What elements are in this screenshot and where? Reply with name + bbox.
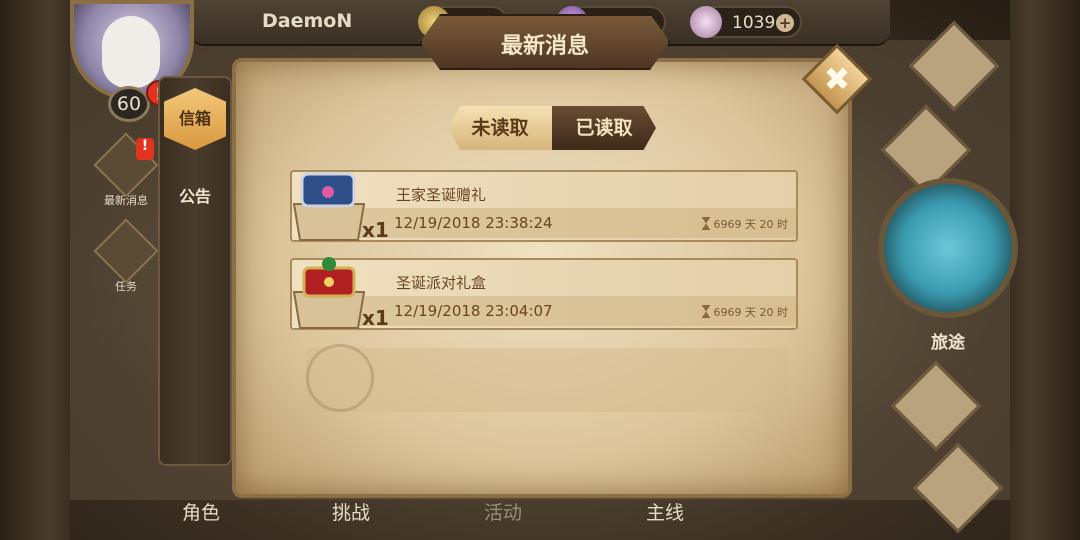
message-title: 王家圣诞赠礼	[396, 186, 487, 204]
avatar-face	[102, 16, 160, 88]
nav-market[interactable]: 市集	[912, 442, 1004, 534]
list-item[interactable]: x1 圣诞派对礼盒 12/19/2018 23:04:07 6969 天 20 …	[290, 257, 798, 330]
journey-button[interactable]	[878, 178, 1018, 318]
nav-characters[interactable]: 角色	[182, 498, 220, 525]
item-quantity: x1	[362, 306, 389, 330]
item-quantity: x1	[362, 218, 389, 242]
crystal-icon	[690, 6, 722, 38]
player-name: DaemoN	[262, 10, 353, 32]
list-item[interactable]: x1 王家圣诞赠礼 12/19/2018 23:38:24 6969 天 20 …	[290, 170, 798, 242]
hourglass-icon	[701, 305, 711, 318]
nav-soul-bind[interactable]: 赋魂	[890, 360, 982, 452]
nav-soul-book[interactable]: 魂册	[908, 20, 1000, 112]
envelope-icon	[306, 344, 374, 412]
expiry: 6969 天 20 时	[701, 216, 788, 232]
treasure-chest-icon	[288, 164, 370, 246]
tab-mailbox[interactable]: 信箱	[164, 88, 226, 150]
panel-title: 最新消息	[500, 34, 589, 59]
gift-box-icon	[288, 252, 370, 334]
crystal-value: 1039	[732, 13, 776, 33]
left-pillar	[0, 0, 70, 540]
empty-message-slot	[306, 348, 788, 412]
journey-label: 旅途	[931, 333, 965, 353]
expiry-text: 6969 天 20 时	[713, 218, 788, 231]
message-date: 12/19/2018 23:04:07	[394, 302, 553, 320]
player-level: 60	[108, 86, 150, 122]
add-crystal-button[interactable]: +	[776, 14, 794, 32]
tab-unread[interactable]: 未读取	[448, 106, 552, 150]
tab-announcements[interactable]: 公告	[164, 166, 226, 228]
expiry-text: 6969 天 20 时	[713, 306, 788, 319]
hourglass-icon	[701, 217, 711, 230]
message-title: 圣诞派对礼盒	[396, 274, 487, 292]
right-pillar	[1010, 0, 1080, 540]
nav-challenge[interactable]: 挑战	[332, 498, 370, 525]
news-badge: !	[136, 138, 154, 160]
tab-column: 信箱 公告	[158, 76, 232, 466]
side-item-quests[interactable]: 任务	[93, 218, 159, 300]
crystal-counter: 1039 +	[690, 6, 802, 38]
close-icon[interactable]: ✖	[812, 54, 862, 104]
expiry: 6969 天 20 时	[701, 304, 788, 320]
nav-main-story[interactable]: 主线	[646, 498, 684, 525]
quest-icon	[93, 218, 159, 284]
tab-read[interactable]: 已读取	[552, 106, 656, 150]
nav-events[interactable]: 活动	[484, 498, 522, 525]
nav-guild[interactable]: 公会	[880, 104, 972, 196]
message-date: 12/19/2018 23:38:24	[394, 214, 553, 232]
